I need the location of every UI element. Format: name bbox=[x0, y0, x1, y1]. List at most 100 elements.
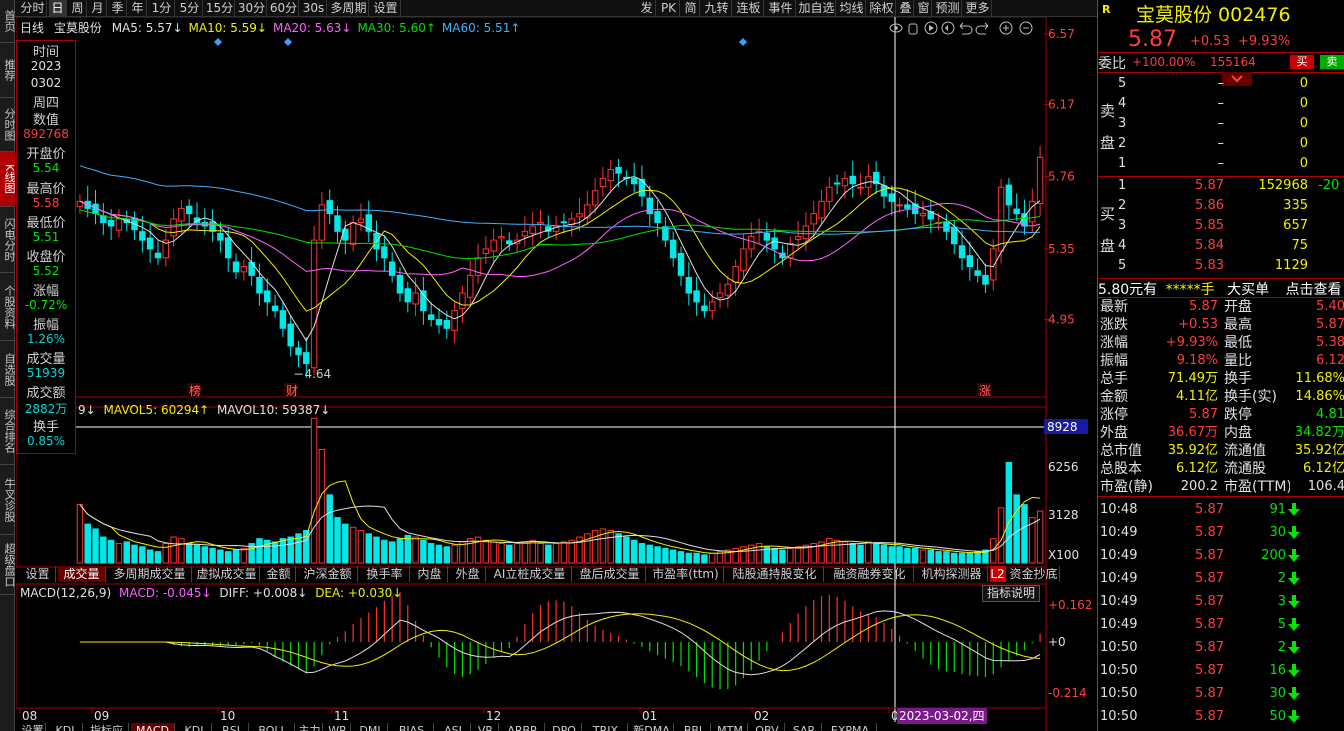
left-nav-item[interactable]: 闪电分时 bbox=[0, 207, 16, 273]
undo-icon[interactable] bbox=[959, 22, 973, 35]
buy-button[interactable]: 买 bbox=[1290, 55, 1314, 69]
big-order-button[interactable]: 大买单 bbox=[1227, 282, 1269, 298]
indicator-tab[interactable]: 多周期成交量 bbox=[108, 566, 192, 582]
period-button[interactable]: 设置 bbox=[371, 0, 401, 16]
toolbar-button[interactable]: 均线 bbox=[838, 0, 866, 16]
indicator-help-button[interactable]: 指标说明 bbox=[982, 585, 1040, 602]
left-nav-item[interactable]: 自选股 bbox=[0, 341, 16, 398]
bottom-tab[interactable]: EXPMA bbox=[824, 723, 877, 731]
toolbar-button[interactable]: 事件 bbox=[766, 0, 796, 16]
indicator-tab[interactable]: 陆股通持股变化 bbox=[726, 566, 824, 582]
indicator-tab[interactable]: 盘后成交量 bbox=[574, 566, 646, 582]
bottom-tab[interactable]: VR bbox=[473, 723, 499, 731]
toolbar-button[interactable]: 预测 bbox=[934, 0, 962, 16]
left-nav-item[interactable]: 分时图 bbox=[0, 98, 16, 152]
bottom-tab[interactable]: 主力 bbox=[297, 723, 323, 731]
period-button[interactable]: 季 bbox=[109, 0, 127, 16]
bottom-tab[interactable]: 新DMA bbox=[630, 723, 674, 731]
period-button[interactable]: 年 bbox=[129, 0, 147, 16]
chart-area[interactable]: 6.57 6.17 5.76 5.35 4.95 4.64 榜 财 涨 8928 6256 3128 X… bbox=[16, 17, 1097, 731]
bottom-tab[interactable]: MTM bbox=[713, 723, 748, 731]
indicator-tab[interactable]: 沪深金额 bbox=[298, 566, 358, 582]
bottom-tab[interactable]: DMI bbox=[353, 723, 388, 731]
left-nav-item[interactable]: 牛叉诊股 bbox=[0, 465, 16, 535]
sell-button[interactable]: 卖 bbox=[1320, 55, 1344, 69]
period-button[interactable]: 30s bbox=[301, 0, 327, 16]
candle-body bbox=[271, 305, 279, 312]
left-nav-item[interactable]: 首页 bbox=[0, 0, 16, 43]
candle-body bbox=[763, 232, 771, 241]
bottom-tab[interactable]: KDJ bbox=[177, 723, 212, 731]
period-button[interactable]: 1分 bbox=[149, 0, 175, 16]
bottom-tab[interactable]: RSI bbox=[214, 723, 249, 731]
left-nav-item[interactable]: 超级盘口 bbox=[0, 535, 16, 595]
bottom-tab[interactable]: 设置 bbox=[20, 723, 46, 731]
period-button[interactable]: 分时 bbox=[19, 0, 47, 16]
left-nav-item[interactable]: K线图 bbox=[0, 152, 16, 207]
left-nav-item[interactable]: 个股资料 bbox=[0, 273, 16, 341]
bottom-tab[interactable]: 指标应标 bbox=[85, 723, 129, 731]
stat-value: +0.53 bbox=[1178, 317, 1218, 332]
period-button[interactable]: 60分 bbox=[269, 0, 299, 16]
indicator-tab[interactable]: 融资融券变化 bbox=[826, 566, 914, 582]
toolbar-button[interactable]: PK bbox=[658, 0, 680, 16]
indicator-tab[interactable]: 虚拟成交量 bbox=[194, 566, 260, 582]
toolbar-button[interactable]: 更多 bbox=[964, 0, 992, 16]
indicator-tab[interactable]: 市盈率(ttm) bbox=[648, 566, 724, 582]
redo-icon[interactable] bbox=[975, 22, 989, 35]
toolbar-button[interactable]: 加自选 bbox=[798, 0, 836, 16]
bottom-tab[interactable]: ARBR bbox=[501, 723, 545, 731]
toolbar-button[interactable]: 除权 bbox=[868, 0, 896, 16]
ma-legend-item: MA10: 5.59↓ bbox=[188, 21, 267, 35]
volume-bar bbox=[693, 552, 700, 564]
indicator-tab[interactable]: 设置 bbox=[20, 566, 56, 582]
zoom-in-icon[interactable] bbox=[999, 21, 1013, 35]
period-button[interactable]: 15分 bbox=[205, 0, 235, 16]
period-button[interactable]: 30分 bbox=[237, 0, 267, 16]
zoom-out-icon[interactable] bbox=[1019, 21, 1033, 35]
big-order-link[interactable]: 点击查看 bbox=[1286, 282, 1342, 298]
period-button[interactable]: 月 bbox=[89, 0, 107, 16]
indicator-tab[interactable]: L2 bbox=[990, 566, 1006, 582]
indicator-tab[interactable]: 换手率 bbox=[360, 566, 410, 582]
toolbar-button[interactable]: 简 bbox=[682, 0, 700, 16]
bottom-tab[interactable]: DPO bbox=[547, 723, 582, 731]
period-button[interactable]: 多周期 bbox=[329, 0, 369, 16]
indicator-tab[interactable]: 外盘 bbox=[450, 566, 486, 582]
replay-icon[interactable] bbox=[941, 21, 955, 35]
period-button[interactable]: 周 bbox=[69, 0, 87, 16]
period-button[interactable]: 日 bbox=[49, 0, 67, 16]
toolbar-button[interactable]: 连板 bbox=[734, 0, 764, 16]
eye-icon[interactable] bbox=[889, 23, 903, 33]
big-order-bar: 5.80元有 *****手 大买单 点击查看 bbox=[1098, 279, 1344, 298]
level-price: 5.85 bbox=[1195, 218, 1224, 233]
toolbar-button[interactable]: 发 bbox=[638, 0, 656, 16]
indicator-tab[interactable]: 机构探测器 bbox=[916, 566, 988, 582]
play-icon[interactable] bbox=[924, 21, 938, 35]
bottom-tab[interactable]: BIAS bbox=[390, 723, 434, 731]
bottom-tab[interactable]: TRIX bbox=[584, 723, 628, 731]
bottom-tab[interactable]: KDJ bbox=[48, 723, 83, 731]
left-nav-item[interactable]: 综合排名 bbox=[0, 398, 16, 465]
candle-body bbox=[810, 213, 817, 225]
bottom-tab[interactable]: ASI bbox=[436, 723, 471, 731]
toolbar-button[interactable]: 叠 bbox=[898, 0, 914, 16]
toolbar-button[interactable]: 九转 bbox=[702, 0, 732, 16]
indicator-tab[interactable]: 资金抄底 bbox=[1008, 566, 1060, 582]
hand-icon[interactable] bbox=[908, 23, 918, 35]
bottom-tab[interactable]: BOLL bbox=[251, 723, 295, 731]
volume-bar bbox=[224, 551, 232, 564]
toolbar-button[interactable]: 窗 bbox=[916, 0, 932, 16]
indicator-tab[interactable]: 成交量 bbox=[58, 566, 106, 582]
bottom-tab[interactable]: OBV bbox=[750, 723, 785, 731]
indicator-tab[interactable]: 金额 bbox=[262, 566, 296, 582]
left-nav-item[interactable]: 推荐 bbox=[0, 43, 16, 98]
period-button[interactable]: 5分 bbox=[177, 0, 203, 16]
volume-bar bbox=[139, 546, 146, 564]
indicator-tab[interactable]: AI立桩成交量 bbox=[488, 566, 572, 582]
bottom-tab[interactable]: BBI bbox=[676, 723, 711, 731]
indicator-tab[interactable]: 内盘 bbox=[412, 566, 448, 582]
bottom-tab[interactable]: WR bbox=[325, 723, 351, 731]
bottom-tab[interactable]: MACD bbox=[131, 723, 175, 731]
bottom-tab[interactable]: SAR bbox=[787, 723, 822, 731]
